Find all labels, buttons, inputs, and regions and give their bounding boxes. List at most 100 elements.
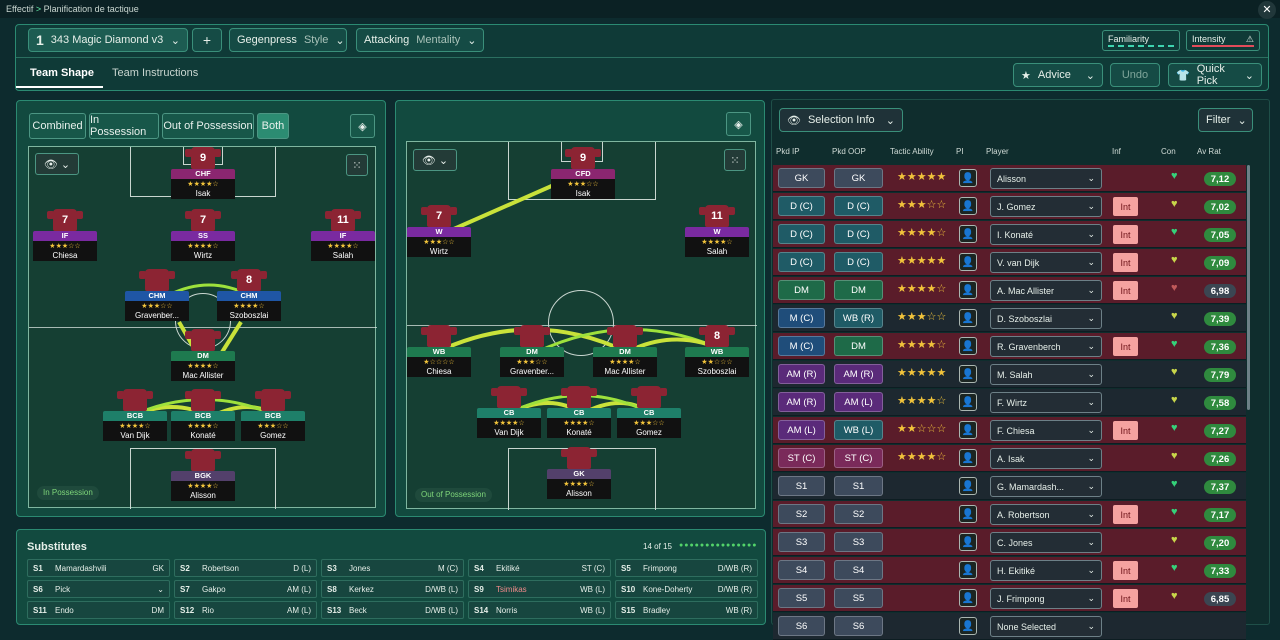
pkd-ip-cell[interactable]: AM (R) xyxy=(778,364,825,384)
undo-button[interactable]: Undo xyxy=(1110,63,1160,87)
player-instructions-icon[interactable]: 👤 xyxy=(959,533,977,551)
player-instructions-icon[interactable]: 👤 xyxy=(959,505,977,523)
player-select[interactable]: A. Mac Allister ⌄ xyxy=(990,280,1102,301)
substitute-slot[interactable]: S3 Jones M (C) xyxy=(321,559,464,577)
toggle-combined[interactable]: Combined xyxy=(29,113,86,139)
close-icon[interactable]: ✕ xyxy=(1258,1,1276,19)
pkd-ip-cell[interactable]: S3 xyxy=(778,532,825,552)
pkd-oop-cell[interactable]: S6 xyxy=(834,616,883,636)
scrollbar[interactable] xyxy=(1247,165,1250,410)
pkd-ip-cell[interactable]: D (C) xyxy=(778,252,825,272)
pkd-oop-cell[interactable]: GK xyxy=(834,168,883,188)
substitute-slot[interactable]: S5 Frimpong D/WB (R) xyxy=(615,559,758,577)
pkd-ip-cell[interactable]: AM (L) xyxy=(778,420,825,440)
pkd-oop-cell[interactable]: S2 xyxy=(834,504,883,524)
player-instructions-icon[interactable]: 👤 xyxy=(959,169,977,187)
pkd-ip-cell[interactable]: ST (C) xyxy=(778,448,825,468)
player-token[interactable]: 7 W ★★★☆☆ Wirtz xyxy=(407,205,471,257)
pkd-ip-cell[interactable]: S4 xyxy=(778,560,825,580)
player-instructions-icon[interactable]: 👤 xyxy=(959,365,977,383)
player-token[interactable]: BGK ★★★★☆ Alisson xyxy=(171,449,235,501)
player-select[interactable]: None Selected ⌄ xyxy=(990,616,1102,637)
familiarity-meter[interactable]: Familiarity xyxy=(1102,30,1180,51)
player-instructions-icon[interactable]: 👤 xyxy=(959,309,977,327)
pkd-oop-cell[interactable]: D (C) xyxy=(834,252,883,272)
pkd-ip-cell[interactable]: S2 xyxy=(778,504,825,524)
pkd-ip-cell[interactable]: S1 xyxy=(778,476,825,496)
pkd-oop-cell[interactable]: S5 xyxy=(834,588,883,608)
player-instructions-icon[interactable]: 👤 xyxy=(959,477,977,495)
player-instructions-icon[interactable]: 👤 xyxy=(959,337,977,355)
substitute-slot[interactable]: S14 Norris WB (L) xyxy=(468,601,611,619)
pkd-oop-cell[interactable]: S4 xyxy=(834,560,883,580)
substitute-slot[interactable]: S1 Mamardashvili GK xyxy=(27,559,170,577)
pkd-ip-cell[interactable]: D (C) xyxy=(778,196,825,216)
pkd-oop-cell[interactable]: D (C) xyxy=(834,196,883,216)
toggle-in-possession[interactable]: In Possession xyxy=(89,113,159,139)
player-token[interactable]: 7 SS ★★★★☆ Wirtz xyxy=(171,209,235,261)
player-select[interactable]: D. Szoboszlai ⌄ xyxy=(990,308,1102,329)
pkd-ip-cell[interactable]: S6 xyxy=(778,616,825,636)
advice-button[interactable]: ★ Advice ⌄ xyxy=(1013,63,1103,87)
formation-icon[interactable]: ◈ xyxy=(726,112,751,136)
substitute-slot[interactable]: S13 Beck D/WB (L) xyxy=(321,601,464,619)
player-select[interactable]: A. Robertson ⌄ xyxy=(990,504,1102,525)
header-pkd-oop[interactable]: Pkd OOP xyxy=(832,147,866,156)
player-instructions-icon[interactable]: 👤 xyxy=(959,253,977,271)
substitute-slot[interactable]: S8 Kerkez D/WB (L) xyxy=(321,580,464,598)
pkd-ip-cell[interactable]: D (C) xyxy=(778,224,825,244)
tab-team-instructions[interactable]: Team Instructions xyxy=(112,67,198,79)
player-token[interactable]: DM ★★★★☆ Mac Allister xyxy=(593,325,657,377)
player-select[interactable]: F. Chiesa ⌄ xyxy=(990,420,1102,441)
player-select[interactable]: J. Gomez ⌄ xyxy=(990,196,1102,217)
toggle-out-of-possession[interactable]: Out of Possession xyxy=(162,113,254,139)
toggle-both[interactable]: Both xyxy=(257,113,289,139)
player-token[interactable]: DM ★★★★☆ Mac Allister xyxy=(171,329,235,381)
player-instructions-icon[interactable]: 👤 xyxy=(959,449,977,467)
player-select[interactable]: Alisson ⌄ xyxy=(990,168,1102,189)
quick-pick-button[interactable]: 👕 Quick Pick ⌄ xyxy=(1168,63,1262,87)
player-token[interactable]: GK ★★★★☆ Alisson xyxy=(547,447,611,499)
substitute-slot[interactable]: S7 Gakpo AM (L) xyxy=(174,580,317,598)
pkd-oop-cell[interactable]: DM xyxy=(834,280,883,300)
player-token[interactable]: DM ★★★☆☆ Gravenber... xyxy=(500,325,564,377)
pkd-oop-cell[interactable]: D (C) xyxy=(834,224,883,244)
header-con[interactable]: Con xyxy=(1161,147,1176,156)
player-select[interactable]: C. Jones ⌄ xyxy=(990,532,1102,553)
player-token[interactable]: BCB ★★★★☆ Konaté xyxy=(171,389,235,441)
pkd-oop-cell[interactable]: WB (L) xyxy=(834,420,883,440)
player-token[interactable]: 11 IF ★★★★☆ Salah xyxy=(311,209,375,261)
player-token[interactable]: 7 IF ★★★☆☆ Chiesa xyxy=(33,209,97,261)
substitute-slot[interactable]: S2 Robertson D (L) xyxy=(174,559,317,577)
pkd-ip-cell[interactable]: GK xyxy=(778,168,825,188)
mentality-dropdown[interactable]: Attacking Mentality ⌄ xyxy=(356,28,484,52)
player-select[interactable]: M. Salah ⌄ xyxy=(990,364,1102,385)
selection-info-button[interactable]: 👁 Selection Info ⌄ xyxy=(779,108,903,132)
pkd-ip-cell[interactable]: AM (R) xyxy=(778,392,825,412)
player-token[interactable]: CHM ★★★☆☆ Gravenber... xyxy=(125,269,189,321)
player-token[interactable]: CB ★★★☆☆ Gomez xyxy=(617,386,681,438)
player-select[interactable]: V. van Dijk ⌄ xyxy=(990,252,1102,273)
player-select[interactable]: G. Mamardash... ⌄ xyxy=(990,476,1102,497)
pkd-ip-cell[interactable]: M (C) xyxy=(778,308,825,328)
player-token[interactable]: CB ★★★★☆ Van Dijk xyxy=(477,386,541,438)
pkd-oop-cell[interactable]: WB (R) xyxy=(834,308,883,328)
breadcrumb-root[interactable]: Effectif xyxy=(6,4,33,14)
header-pi[interactable]: PI xyxy=(956,147,964,156)
player-select[interactable]: I. Konaté ⌄ xyxy=(990,224,1102,245)
player-instructions-icon[interactable]: 👤 xyxy=(959,225,977,243)
player-instructions-icon[interactable]: 👤 xyxy=(959,561,977,579)
pkd-ip-cell[interactable]: DM xyxy=(778,280,825,300)
intensity-meter[interactable]: Intensity ⚠ xyxy=(1186,30,1260,51)
player-select[interactable]: F. Wirtz ⌄ xyxy=(990,392,1102,413)
pkd-oop-cell[interactable]: ST (C) xyxy=(834,448,883,468)
player-instructions-icon[interactable]: 👤 xyxy=(959,589,977,607)
pkd-ip-cell[interactable]: M (C) xyxy=(778,336,825,356)
header-pkd-ip[interactable]: Pkd IP xyxy=(776,147,800,156)
filter-button[interactable]: Filter ⌄ xyxy=(1198,108,1253,132)
player-select[interactable]: J. Frimpong ⌄ xyxy=(990,588,1102,609)
substitute-slot[interactable]: S4 Ekitiké ST (C) xyxy=(468,559,611,577)
player-token[interactable]: BCB ★★★☆☆ Gomez xyxy=(241,389,305,441)
player-instructions-icon[interactable]: 👤 xyxy=(959,197,977,215)
pkd-oop-cell[interactable]: AM (R) xyxy=(834,364,883,384)
